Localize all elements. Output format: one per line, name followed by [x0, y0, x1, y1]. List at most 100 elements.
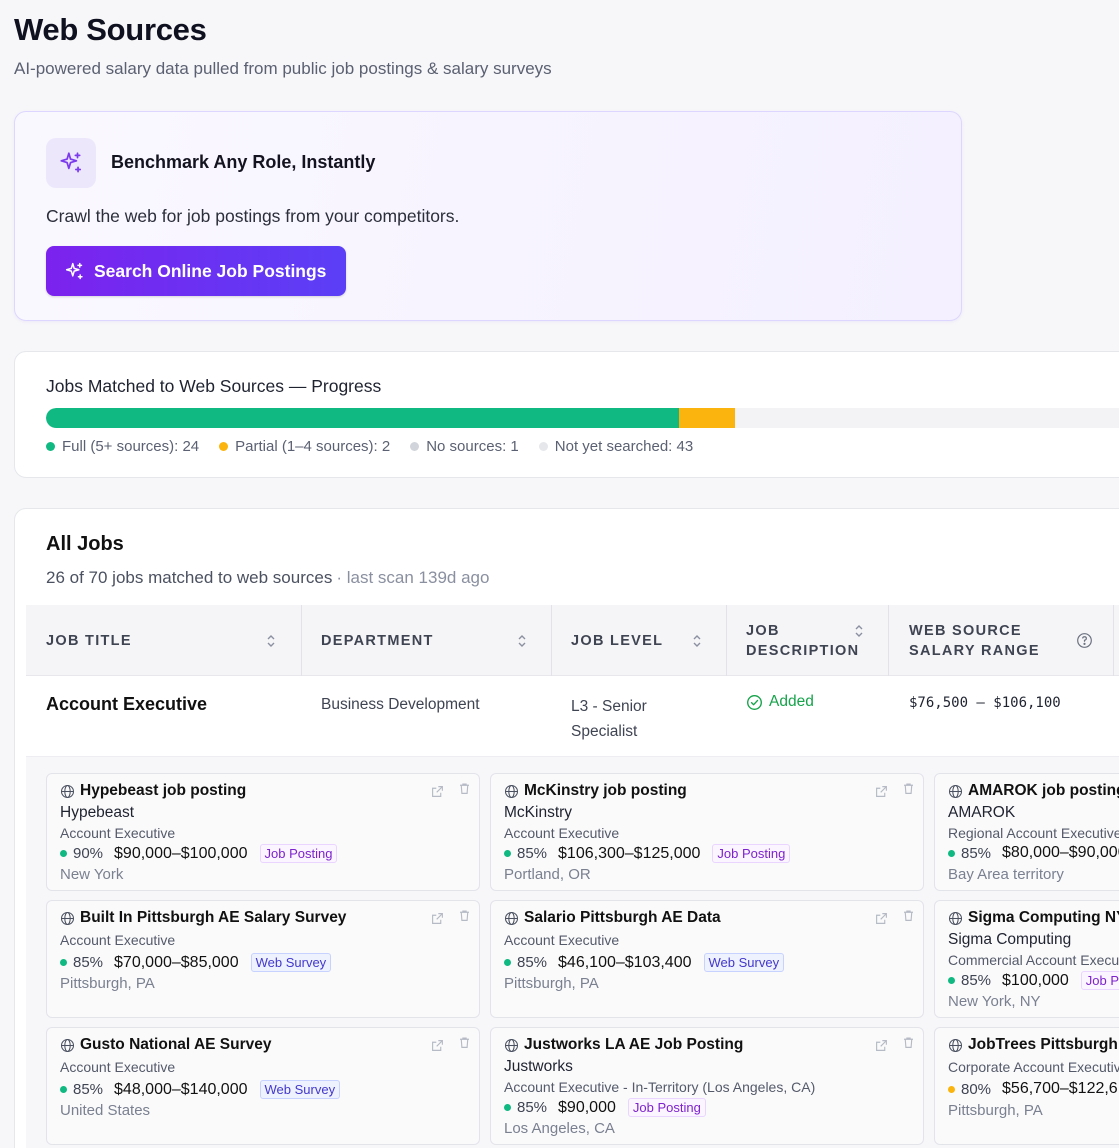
progress-title: Jobs Matched to Web Sources — Progress [46, 376, 382, 396]
source-location: Portland, OR [504, 866, 591, 883]
globe-icon [948, 1038, 963, 1053]
source-salary: 85% $106,300–$125,000 Job Posting [504, 844, 791, 863]
source-role: Account Executive [504, 932, 620, 948]
legend-partial: Partial (1–4 sources): 2 [219, 438, 390, 455]
external-link-icon[interactable] [431, 912, 444, 925]
all-jobs-card: All Jobs 26 of 70 jobs matched to web so… [14, 508, 1119, 1148]
source-company: Justworks [504, 1058, 573, 1075]
job-level: L3 - Senior Specialist [571, 698, 647, 740]
trash-icon[interactable] [902, 1036, 915, 1052]
web-source-card[interactable]: JobTrees Pittsburgh C Corporate Account E… [934, 1027, 1119, 1145]
trash-icon[interactable] [458, 1036, 471, 1052]
last-scan: · last scan 139d ago [336, 568, 490, 587]
source-name: JobTrees Pittsburgh C [948, 1036, 1119, 1054]
job-title[interactable]: Account Executive [46, 694, 207, 715]
job-description-status: Added [746, 693, 814, 711]
globe-icon [504, 784, 519, 799]
sort-icon[interactable] [517, 633, 527, 649]
job-department: Business Development [321, 696, 480, 713]
help-icon[interactable] [1076, 632, 1093, 649]
source-name: Hypebeast job posting [60, 782, 246, 800]
source-salary: 90% $90,000–$100,000 Job Posting [60, 844, 338, 863]
web-source-salary-range: $76,500 – $106,100 [909, 695, 1061, 711]
trash-icon[interactable] [458, 909, 471, 925]
source-name: Justworks LA AE Job Posting [504, 1036, 743, 1054]
column-job-title[interactable]: JOB TITLE [26, 605, 302, 676]
source-name: Salario Pittsburgh AE Data [504, 909, 721, 927]
source-type-badge: Web Survey [703, 953, 785, 972]
table-row[interactable]: Account Executive Business Development L… [26, 676, 1119, 757]
benchmark-promo-card: Benchmark Any Role, Instantly Crawl the … [14, 111, 962, 321]
source-company: McKinstry [504, 804, 573, 821]
legend-not-searched: Not yet searched: 43 [538, 438, 693, 455]
globe-icon [60, 784, 75, 799]
source-type-badge: Web Survey [250, 953, 332, 972]
source-role: Account Executive [504, 825, 620, 841]
page-subtitle: AI-powered salary data pulled from publi… [14, 59, 552, 78]
web-source-card[interactable]: Gusto National AE Survey Account Executiv… [46, 1027, 480, 1145]
source-location: United States [60, 1102, 151, 1119]
source-role: Account Executive [60, 1059, 176, 1075]
trash-icon[interactable] [458, 782, 471, 798]
table-header: JOB TITLE DEPARTMENT JOB LEVEL JOB DESCRI… [26, 605, 1119, 676]
sort-icon[interactable] [692, 633, 702, 649]
all-jobs-title: All Jobs [46, 533, 124, 555]
web-source-card[interactable]: Justworks LA AE Job Posting Justworks Acco… [490, 1027, 924, 1145]
globe-icon [504, 1038, 519, 1053]
trash-icon[interactable] [902, 909, 915, 925]
web-source-card[interactable]: Salario Pittsburgh AE Data Account Execut… [490, 900, 924, 1018]
source-location: New York, NY [948, 993, 1041, 1010]
column-job-description[interactable]: JOB DESCRIPTION [727, 605, 889, 676]
source-salary: 85% $90,000 Job Posting [504, 1098, 706, 1117]
source-role: Corporate Account Executive [948, 1059, 1119, 1075]
source-role: Account Executive [60, 932, 176, 948]
web-source-card[interactable]: McKinstry job posting McKinstry Account Ex… [490, 773, 924, 891]
source-role: Account Executive [60, 825, 176, 841]
external-link-icon[interactable] [431, 785, 444, 798]
column-salary-range: WEB SOURCE SALARY RANGE [889, 605, 1114, 676]
sort-icon[interactable] [854, 623, 864, 639]
source-type-badge: Job Posting [712, 844, 791, 863]
search-job-postings-label: Search Online Job Postings [94, 260, 327, 281]
source-salary: 85% $46,100–$103,400 Web Survey [504, 953, 785, 972]
source-salary: 85% $48,000–$140,000 Web Survey [60, 1080, 341, 1099]
check-circle-icon [747, 694, 762, 710]
web-source-card[interactable]: Hypebeast job posting Hypebeast Account Ex… [46, 773, 480, 891]
sort-icon[interactable] [266, 633, 276, 649]
source-salary: 85% $80,000–$90,000 [948, 844, 1119, 862]
external-link-icon[interactable] [875, 785, 888, 798]
search-job-postings-button[interactable]: Search Online Job Postings [46, 246, 346, 296]
source-name: Sigma Computing NYC [948, 909, 1119, 927]
external-link-icon[interactable] [875, 1039, 888, 1052]
progress-legend: Full (5+ sources): 24 Partial (1–4 sourc… [46, 438, 693, 455]
promo-description: Crawl the web for job postings from your… [46, 206, 460, 226]
source-type-badge: Web Survey [259, 1080, 341, 1099]
external-link-icon[interactable] [875, 912, 888, 925]
source-name: Built In Pittsburgh AE Salary Survey [60, 909, 346, 927]
web-source-card[interactable]: Sigma Computing NYC Sigma Computing Commer… [934, 900, 1119, 1018]
source-location: Bay Area territory [948, 866, 1064, 883]
source-location: New York [60, 866, 124, 883]
globe-icon [60, 1038, 75, 1053]
source-name: Gusto National AE Survey [60, 1036, 272, 1054]
source-type-badge: Job Posting [259, 844, 338, 863]
web-source-card[interactable]: Built In Pittsburgh AE Salary Survey Acco… [46, 900, 480, 1018]
source-type-badge: Job Posting [1080, 971, 1119, 990]
trash-icon[interactable] [902, 782, 915, 798]
source-location: Pittsburgh, PA [504, 975, 599, 992]
source-company: Hypebeast [60, 804, 135, 821]
globe-icon [60, 911, 75, 926]
source-salary: 80% $56,700–$122,6 [948, 1080, 1118, 1098]
column-department[interactable]: DEPARTMENT [302, 605, 552, 676]
source-company: AMAROK [948, 804, 1016, 821]
legend-none: No sources: 1 [410, 438, 519, 455]
source-location: Pittsburgh, PA [948, 1102, 1043, 1119]
legend-full: Full (5+ sources): 24 [46, 438, 199, 455]
source-type-badge: Job Posting [627, 1098, 706, 1117]
globe-icon [948, 911, 963, 926]
external-link-icon[interactable] [431, 1039, 444, 1052]
column-job-level[interactable]: JOB LEVEL [552, 605, 727, 676]
globe-icon [948, 784, 963, 799]
web-source-card[interactable]: AMAROK job posting AMAROK Regional Account… [934, 773, 1119, 891]
source-role: Regional Account Executive [948, 825, 1119, 841]
